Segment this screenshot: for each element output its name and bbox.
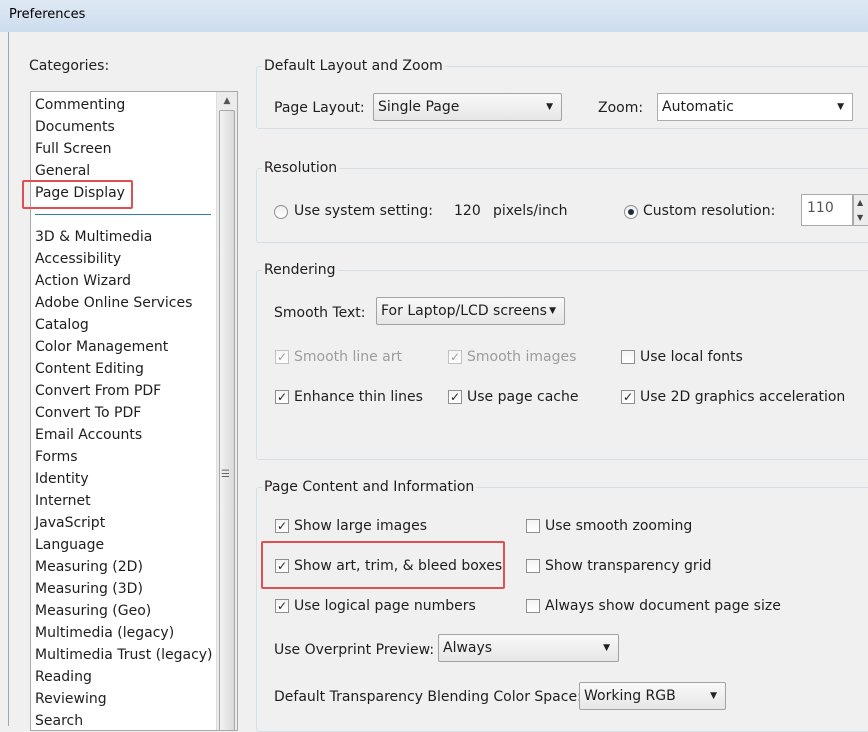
show-transparency-grid-label: Show transparency grid xyxy=(545,558,712,574)
use-smooth-zooming-label: Use smooth zooming xyxy=(545,518,693,534)
blending-color-space-select[interactable]: Working RGB ▼ xyxy=(579,682,726,710)
category-item-action-wizard[interactable]: Action Wizard xyxy=(35,270,131,292)
custom-resolution-spinner[interactable]: ▲ ▼ xyxy=(853,194,868,226)
categories-label: Categories: xyxy=(29,58,110,74)
dialog-body: Categories: Commenting Documents Full Scre… xyxy=(8,32,868,732)
category-item-search[interactable]: Search xyxy=(35,710,83,730)
category-item-3d-multimedia[interactable]: 3D & Multimedia xyxy=(35,226,152,248)
use-smooth-zooming-checkbox[interactable] xyxy=(526,519,540,533)
category-item-catalog[interactable]: Catalog xyxy=(35,314,89,336)
category-item-language[interactable]: Language xyxy=(35,534,104,556)
system-resolution-unit: pixels/inch xyxy=(493,203,568,219)
category-item-measuring-geo[interactable]: Measuring (Geo) xyxy=(35,600,151,622)
use-page-cache-checkbox[interactable]: ✓ xyxy=(448,390,462,404)
custom-resolution-label: Custom resolution: xyxy=(643,203,776,219)
smooth-images-label: Smooth images xyxy=(467,349,577,365)
page-content-legend: Page Content and Information xyxy=(262,479,477,495)
use-system-setting-radio[interactable] xyxy=(274,205,288,219)
page-layout-value: Single Page xyxy=(378,99,460,115)
category-item-commenting[interactable]: Commenting xyxy=(35,94,125,116)
category-item-email-accounts[interactable]: Email Accounts xyxy=(35,424,142,446)
category-item-javascript[interactable]: JavaScript xyxy=(35,512,105,534)
window-titlebar: Preferences xyxy=(0,0,868,32)
window-title: Preferences xyxy=(9,7,86,22)
use-2d-acceleration-checkbox[interactable]: ✓ xyxy=(621,390,635,404)
custom-resolution-radio[interactable] xyxy=(624,205,638,219)
category-item-general[interactable]: General xyxy=(35,160,90,182)
scroll-up-arrow-icon[interactable]: ▲ xyxy=(217,92,237,110)
smooth-text-value: For Laptop/LCD screens xyxy=(381,303,547,319)
category-item-forms[interactable]: Forms xyxy=(35,446,78,468)
art-trim-bleed-highlight xyxy=(261,541,505,589)
show-transparency-grid-checkbox[interactable] xyxy=(526,559,540,573)
overprint-preview-label: Use Overprint Preview: xyxy=(274,642,435,658)
chevron-down-icon: ▼ xyxy=(837,102,844,112)
use-2d-acceleration-label: Use 2D graphics acceleration xyxy=(640,389,846,405)
smooth-line-art-checkbox[interactable]: ✓ xyxy=(275,350,289,364)
category-item-reviewing[interactable]: Reviewing xyxy=(35,688,107,710)
category-item-convert-from-pdf[interactable]: Convert From PDF xyxy=(35,380,161,402)
custom-resolution-value: 110 xyxy=(807,200,834,216)
use-system-setting-label: Use system setting: xyxy=(294,203,433,219)
use-local-fonts-label: Use local fonts xyxy=(640,349,743,365)
category-item-adobe-online-services[interactable]: Adobe Online Services xyxy=(35,292,192,314)
category-item-measuring-3d[interactable]: Measuring (3D) xyxy=(35,578,143,600)
smooth-line-art-label: Smooth line art xyxy=(294,349,403,365)
categories-separator xyxy=(35,214,211,215)
show-large-images-label: Show large images xyxy=(294,518,428,534)
use-page-cache-label: Use page cache xyxy=(467,389,579,405)
category-item-content-editing[interactable]: Content Editing xyxy=(35,358,144,380)
spin-up-icon[interactable]: ▲ xyxy=(857,198,863,207)
use-logical-page-numbers-label: Use logical page numbers xyxy=(294,598,476,614)
category-item-multimedia-trust-legacy[interactable]: Multimedia Trust (legacy) xyxy=(35,644,213,666)
use-logical-page-numbers-checkbox[interactable]: ✓ xyxy=(275,599,289,613)
smooth-text-select[interactable]: For Laptop/LCD screens ▼ xyxy=(376,297,565,325)
system-resolution-value: 120 xyxy=(454,203,481,219)
blending-color-space-value: Working RGB xyxy=(584,688,676,704)
overprint-preview-value: Always xyxy=(443,640,493,656)
show-large-images-checkbox[interactable]: ✓ xyxy=(275,519,289,533)
rendering-legend: Rendering xyxy=(262,262,338,278)
categories-scrollbar[interactable]: ▲ ☰ xyxy=(216,92,237,730)
category-item-accessibility[interactable]: Accessibility xyxy=(35,248,121,270)
category-item-measuring-2d[interactable]: Measuring (2D) xyxy=(35,556,143,578)
page-layout-label: Page Layout: xyxy=(274,100,365,116)
chevron-down-icon: ▼ xyxy=(603,643,610,653)
page-display-highlight xyxy=(22,180,133,209)
always-show-page-size-label: Always show document page size xyxy=(545,598,781,614)
scroll-grip-icon: ☰ xyxy=(221,469,230,480)
custom-resolution-input[interactable]: 110 xyxy=(801,194,853,226)
blending-color-space-label: Default Transparency Blending Color Spac… xyxy=(274,689,582,705)
enhance-thin-lines-label: Enhance thin lines xyxy=(294,389,423,405)
chevron-down-icon: ▼ xyxy=(546,102,553,112)
always-show-page-size-checkbox[interactable] xyxy=(526,599,540,613)
category-item-full-screen[interactable]: Full Screen xyxy=(35,138,112,160)
category-item-identity[interactable]: Identity xyxy=(35,468,89,490)
category-item-multimedia-legacy[interactable]: Multimedia (legacy) xyxy=(35,622,174,644)
category-item-convert-to-pdf[interactable]: Convert To PDF xyxy=(35,402,141,424)
smooth-text-label: Smooth Text: xyxy=(274,305,366,321)
category-item-internet[interactable]: Internet xyxy=(35,490,91,512)
resolution-legend: Resolution xyxy=(262,160,340,176)
use-local-fonts-checkbox[interactable] xyxy=(621,350,635,364)
spin-down-icon[interactable]: ▼ xyxy=(857,213,863,222)
zoom-label: Zoom: xyxy=(598,100,644,116)
chevron-down-icon: ▼ xyxy=(710,691,717,701)
enhance-thin-lines-checkbox[interactable]: ✓ xyxy=(275,390,289,404)
category-item-documents[interactable]: Documents xyxy=(35,116,115,138)
smooth-images-checkbox[interactable]: ✓ xyxy=(448,350,462,364)
zoom-value: Automatic xyxy=(662,99,734,115)
zoom-select[interactable]: Automatic ▼ xyxy=(657,93,853,121)
category-item-color-management[interactable]: Color Management xyxy=(35,336,168,358)
overprint-preview-select[interactable]: Always ▼ xyxy=(438,634,619,662)
scroll-thumb[interactable] xyxy=(219,110,235,730)
category-item-reading[interactable]: Reading xyxy=(35,666,92,688)
page-layout-select[interactable]: Single Page ▼ xyxy=(373,93,562,121)
chevron-down-icon: ▼ xyxy=(549,306,556,316)
default-layout-zoom-legend: Default Layout and Zoom xyxy=(262,58,445,74)
